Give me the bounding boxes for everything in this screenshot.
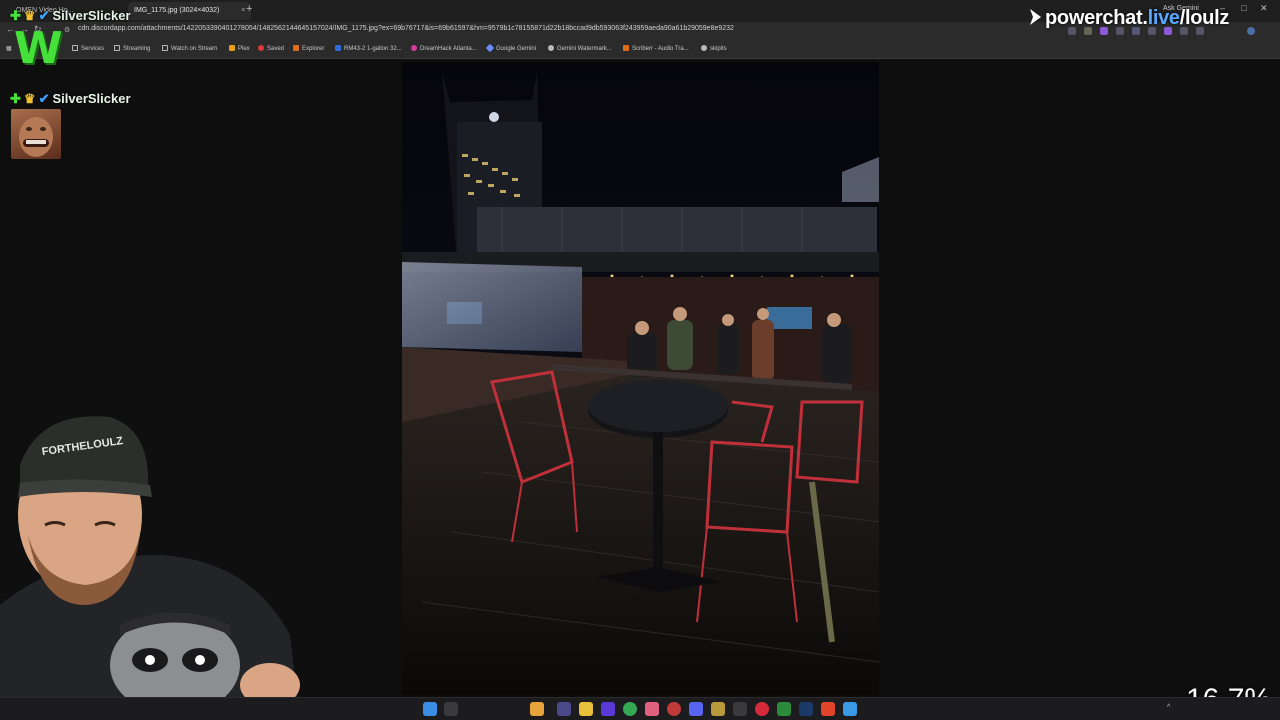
saved-icon	[258, 45, 264, 51]
face-image	[19, 117, 53, 157]
new-tab-button[interactable]: +	[246, 3, 252, 15]
bookmark-google-gemini[interactable]: Google Gemini	[485, 43, 536, 53]
plex-icon	[229, 45, 235, 51]
steam-icon[interactable]	[799, 702, 813, 716]
url-field[interactable]: cdn.discordapp.com/attachments/142205339…	[78, 25, 734, 32]
taskbar: ^	[0, 697, 1280, 720]
gemini-icon	[485, 43, 495, 53]
opera-icon[interactable]	[755, 702, 769, 716]
bookmark-skipits[interactable]: skipits	[701, 45, 727, 52]
crown-icon: ♛	[23, 91, 36, 106]
maximize-icon[interactable]: □	[1241, 3, 1246, 13]
folder-icon	[114, 45, 120, 51]
notepad-icon[interactable]	[843, 702, 857, 716]
app-icon[interactable]	[601, 702, 615, 716]
plus-badge-icon: ✚	[10, 91, 21, 106]
bookmark-plex[interactable]: Plex	[229, 45, 250, 52]
close-window-icon[interactable]: ✕	[1260, 3, 1268, 14]
tray-chevron-icon[interactable]: ^	[1167, 704, 1170, 711]
profile-avatar[interactable]	[1247, 27, 1255, 35]
bookmark-explorer[interactable]: Explorer	[293, 45, 324, 52]
bookmark-saved[interactable]: Saved	[258, 45, 284, 52]
apps-icon[interactable]: ▦	[6, 45, 12, 52]
file-explorer-icon[interactable]	[579, 702, 593, 716]
xbox-icon[interactable]	[777, 702, 791, 716]
app-icon[interactable]	[711, 702, 725, 716]
bookmarks-bar: ▦ Services Streaming Watch on Stream Ple…	[0, 40, 1280, 59]
chat-avatar	[11, 109, 61, 159]
bookmark-streaming[interactable]: Streaming	[114, 45, 150, 52]
gear-icon	[548, 45, 554, 51]
w-logo: W	[14, 23, 63, 74]
photo-illustration	[402, 62, 879, 695]
folder-icon	[162, 45, 168, 51]
webcam-feed: FORTHELOULZ	[0, 405, 330, 720]
screen: { "browser": { "tabs": [ {"title": "OMEN…	[0, 0, 1280, 720]
powerchat-logo-icon	[1030, 9, 1041, 25]
bookmark-rm43[interactable]: RM43-2 1-gallon 32...	[335, 45, 402, 52]
close-tab-icon[interactable]: ×	[241, 7, 245, 14]
discord-icon[interactable]	[689, 702, 703, 716]
search-icon[interactable]	[444, 702, 458, 716]
dreamhack-icon	[411, 45, 417, 51]
site-info-icon[interactable]: ⚙	[64, 26, 70, 34]
rooftop-bar-photo[interactable]	[402, 62, 879, 695]
plus-badge-icon: ✚	[10, 8, 21, 23]
app-icon[interactable]	[530, 702, 544, 716]
start-button-icon[interactable]	[423, 702, 437, 716]
app-icon-active[interactable]	[645, 702, 659, 716]
brave-icon[interactable]	[821, 702, 835, 716]
chrome-icon[interactable]	[623, 702, 637, 716]
rm43-icon	[335, 45, 341, 51]
crown-icon: ♛	[23, 8, 36, 23]
streamer-illustration: FORTHELOULZ	[0, 405, 330, 720]
calendar-icon[interactable]	[557, 702, 571, 716]
skipits-icon	[701, 45, 707, 51]
verified-icon: ✔	[38, 8, 50, 23]
folder-icon	[72, 45, 78, 51]
bookmark-dreamhack[interactable]: DreamHack Atlanta...	[411, 45, 477, 52]
tab-img[interactable]: IMG_1175.jpg (3024×4032) ×	[128, 2, 252, 20]
tab-label: IMG_1175.jpg (3024×4032)	[134, 7, 220, 14]
scriberr-icon	[623, 45, 629, 51]
bookmark-scriberr[interactable]: Scriberr - Audio Tra...	[623, 45, 689, 52]
app-icon[interactable]	[667, 702, 681, 716]
app-icon[interactable]	[733, 702, 747, 716]
bookmark-gemini-watermark[interactable]: Gemini Watermark...	[548, 45, 612, 52]
bookmark-services[interactable]: Services	[72, 45, 104, 52]
explorer-icon	[293, 45, 299, 51]
powerchat-brand: powerchat.live/loulz	[1028, 7, 1229, 30]
username-top: ✚ ♛ ✔ SilverSlicker	[10, 8, 131, 23]
bookmark-watch-on-stream[interactable]: Watch on Stream	[162, 45, 217, 52]
verified-icon: ✔	[38, 91, 50, 106]
username-chat: ✚ ♛ ✔ SilverSlicker	[10, 91, 131, 106]
